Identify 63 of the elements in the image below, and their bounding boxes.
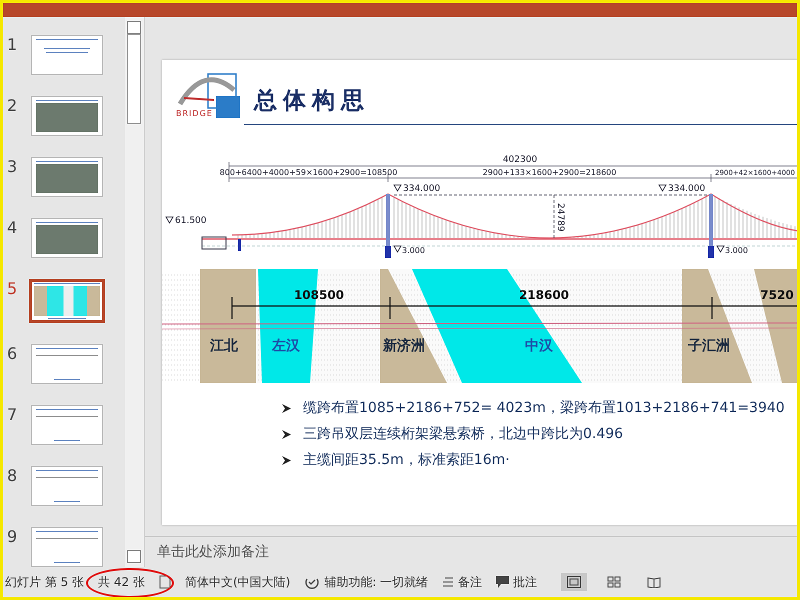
dimension-label: 402300 bbox=[502, 155, 538, 165]
slide-thumbnail[interactable] bbox=[31, 157, 103, 197]
slide-number: 9 bbox=[7, 527, 18, 546]
place-label: 子汇洲 bbox=[688, 338, 730, 354]
place-label: 新济洲 bbox=[383, 338, 425, 354]
scrollbar-thumb[interactable] bbox=[127, 34, 141, 124]
slide-number: 2 bbox=[7, 96, 18, 115]
book-icon bbox=[647, 576, 662, 588]
level-mark-icon bbox=[393, 246, 402, 253]
slide-thumbnail[interactable] bbox=[31, 466, 103, 506]
scroll-down-button[interactable] bbox=[127, 550, 141, 563]
slide-number: 3 bbox=[7, 157, 18, 176]
span-label: 7520 bbox=[760, 288, 794, 302]
bullet-text: 主缆间距35.5m，标准索距16m· bbox=[303, 451, 510, 469]
elevation-label: 334.000 bbox=[403, 184, 440, 194]
place-label: 左汉 bbox=[272, 338, 300, 354]
slide-thumbnail[interactable] bbox=[31, 35, 103, 75]
slide-indicator: 幻灯片 第 5 张 bbox=[5, 574, 84, 590]
elevation-label: 3.000 bbox=[402, 246, 425, 255]
place-label: 中汉 bbox=[525, 338, 553, 354]
arrow-bullet-icon bbox=[282, 430, 291, 438]
level-mark-icon bbox=[393, 184, 402, 192]
slide-number: 1 bbox=[7, 35, 18, 54]
dimension-label: 800+6400+4000+59×1600+2900=108500 bbox=[220, 168, 398, 177]
accessibility-status[interactable]: 辅助功能: 一切就绪 bbox=[324, 574, 428, 590]
view-button[interactable] bbox=[561, 573, 588, 591]
level-mark-icon bbox=[658, 184, 667, 192]
dimension-label: 2900+133×1600+2900=218600 bbox=[482, 168, 616, 177]
speech-bubble-icon bbox=[496, 576, 510, 588]
slide-count: 共 42 张 bbox=[98, 574, 145, 590]
slide-thumbnail[interactable] bbox=[31, 527, 103, 567]
level-mark-icon bbox=[165, 216, 174, 224]
grid-view-icon bbox=[607, 576, 622, 588]
dimension-label: 24789 bbox=[555, 203, 565, 232]
lines-icon bbox=[442, 577, 454, 587]
normal-view-icon bbox=[567, 576, 582, 588]
scroll-up-button[interactable] bbox=[127, 21, 141, 34]
slide-thumbnail[interactable] bbox=[31, 218, 103, 258]
place-label: 江北 bbox=[210, 338, 238, 354]
slide-number: 6 bbox=[7, 344, 18, 363]
level-mark-icon bbox=[716, 246, 725, 253]
elevation-label: 61.500 bbox=[175, 216, 206, 226]
slide-number: 8 bbox=[7, 466, 18, 485]
slide-number: 5 bbox=[7, 279, 18, 298]
slide-number: 7 bbox=[7, 405, 18, 424]
comments-button[interactable]: 批注 bbox=[496, 574, 538, 590]
language-status[interactable]: 简体中文(中国大陆) bbox=[184, 574, 290, 590]
bridge-logo: BRIDGE bbox=[174, 70, 244, 120]
bullet-text: 缆跨布置1085+2186+752= 4023m，梁跨布置1013+2186+741=3940 bbox=[303, 399, 785, 417]
slide-thumbnail[interactable] bbox=[29, 279, 105, 323]
notes-button[interactable]: 备注 bbox=[442, 574, 482, 590]
slide-thumbnail[interactable] bbox=[31, 344, 103, 384]
arrow-bullet-icon bbox=[282, 404, 291, 412]
slide-title: 总体构思 bbox=[254, 87, 370, 116]
document-icon[interactable] bbox=[158, 575, 171, 589]
bullet-text: 三跨吊双层连续桁架梁悬索桥，北边中跨比为0.496 bbox=[303, 425, 624, 443]
elevation-label: 3.000 bbox=[725, 246, 748, 255]
notes-field[interactable]: 单击此处添加备注 bbox=[155, 542, 459, 562]
slide-thumbnail[interactable] bbox=[31, 96, 103, 136]
slide-number: 4 bbox=[7, 218, 18, 237]
slide-thumbnail[interactable] bbox=[31, 405, 103, 445]
elevation-label: 334.000 bbox=[668, 184, 706, 194]
arrow-bullet-icon bbox=[282, 456, 291, 464]
